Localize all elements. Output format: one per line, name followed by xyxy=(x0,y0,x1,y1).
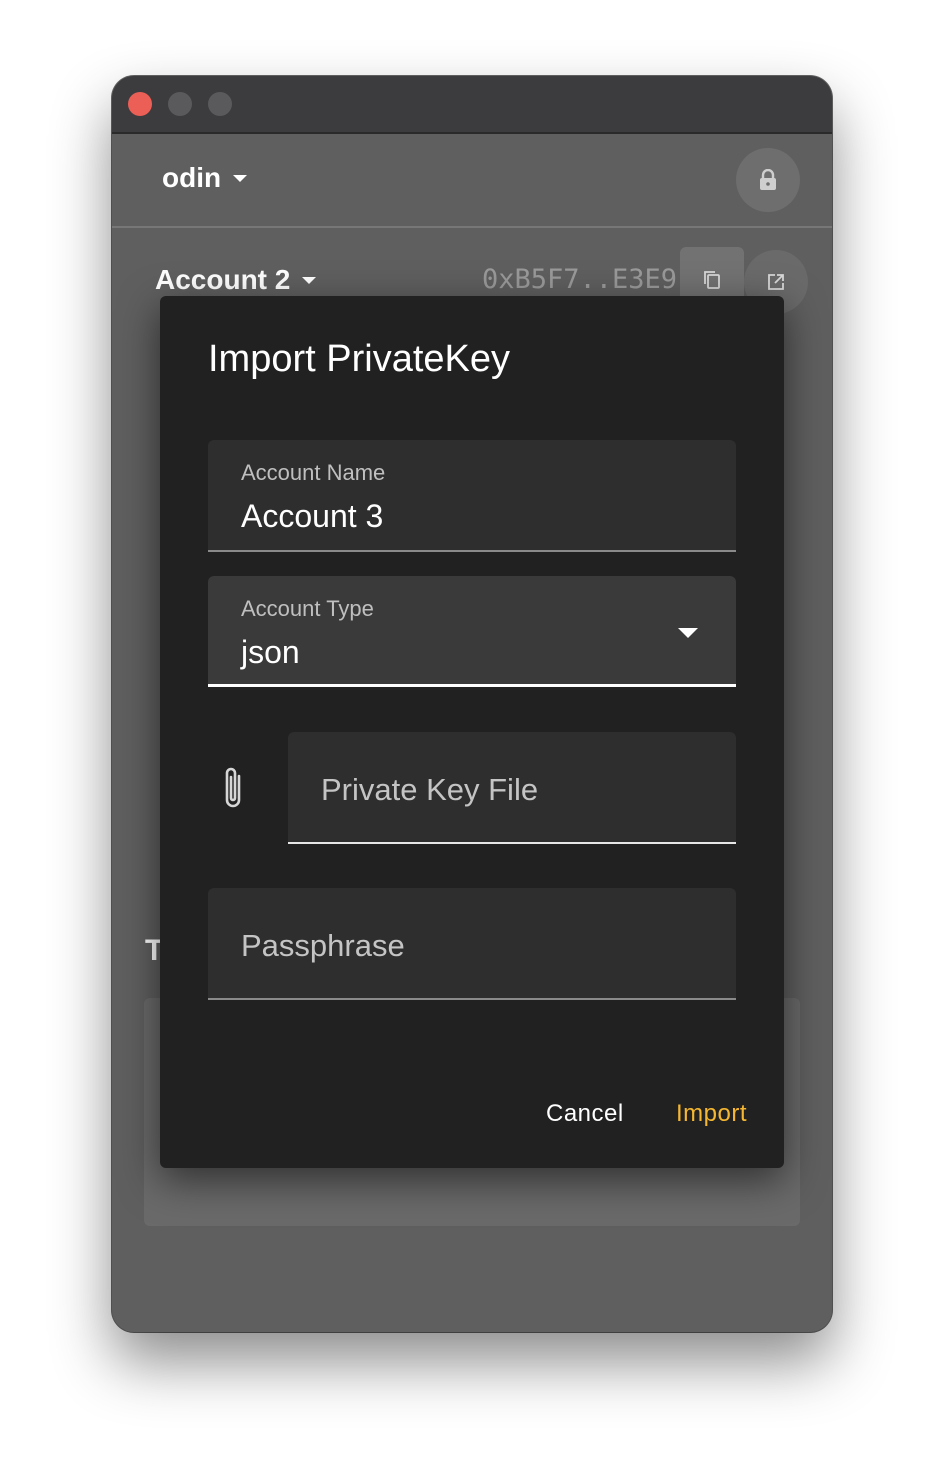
account-type-select[interactable]: Account Type json xyxy=(208,576,736,687)
chevron-down-icon xyxy=(302,276,317,284)
account-name-field[interactable]: Account Name Account 3 xyxy=(208,440,736,552)
account-name-label: Account Name xyxy=(241,460,386,485)
account-address: 0xB5F7..E3E9 xyxy=(482,264,678,295)
chevron-down-icon xyxy=(233,174,248,182)
paperclip-icon[interactable] xyxy=(218,764,248,812)
passphrase-placeholder: Passphrase xyxy=(241,928,405,963)
import-private-key-dialog: Import PrivateKey Account Name Account 3… xyxy=(160,296,784,1168)
import-button[interactable]: Import xyxy=(676,1100,747,1128)
title-bar xyxy=(112,76,832,134)
account-name-value[interactable]: Account 3 xyxy=(241,498,383,535)
lock-button[interactable] xyxy=(736,148,800,212)
close-window-button[interactable] xyxy=(128,92,152,116)
private-key-file-input[interactable]: Private Key File xyxy=(288,732,736,844)
copy-icon xyxy=(704,271,720,289)
lock-icon xyxy=(760,169,776,190)
network-selector[interactable]: odin xyxy=(162,162,248,194)
private-key-file-placeholder: Private Key File xyxy=(321,772,539,807)
minimize-window-button[interactable] xyxy=(168,92,192,116)
app-header: odin xyxy=(112,134,832,228)
account-name: Account 2 xyxy=(155,264,291,295)
network-name: odin xyxy=(162,162,222,193)
account-type-value: json xyxy=(241,634,300,670)
account-selector[interactable]: Account 2 xyxy=(155,264,317,296)
account-row: Account 2 0xB5F7..E3E9 xyxy=(112,226,832,314)
chevron-down-icon[interactable] xyxy=(678,628,698,638)
cancel-button[interactable]: Cancel xyxy=(546,1100,624,1128)
maximize-window-button[interactable] xyxy=(208,92,232,116)
passphrase-input[interactable]: Passphrase xyxy=(208,888,736,1000)
dialog-title: Import PrivateKey xyxy=(208,338,510,380)
account-type-label: Account Type xyxy=(241,596,374,621)
open-external-icon xyxy=(768,274,784,290)
